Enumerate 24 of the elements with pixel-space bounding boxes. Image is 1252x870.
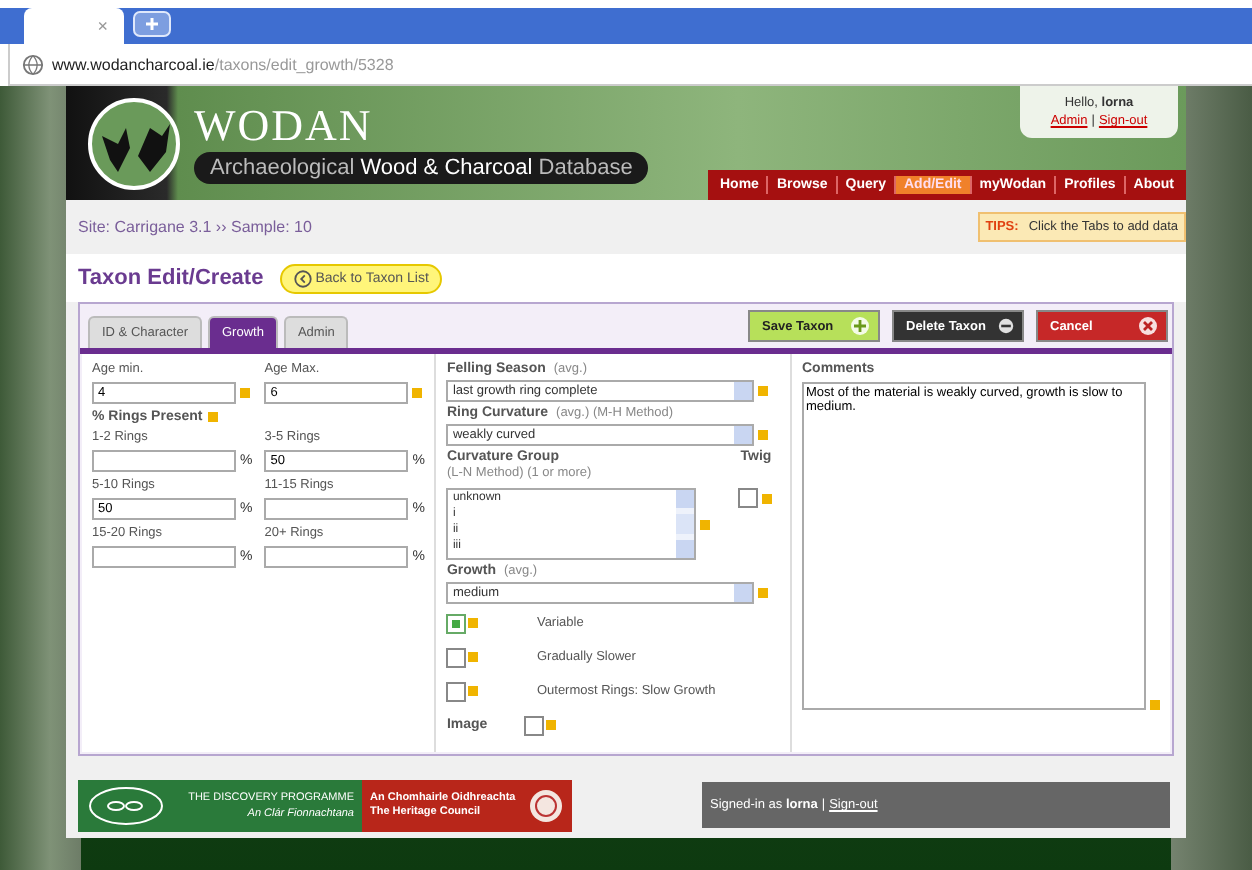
checkbox[interactable] <box>446 613 467 633</box>
checkbox[interactable] <box>446 647 467 667</box>
scrollbar[interactable] <box>676 490 695 558</box>
checkbox[interactable] <box>524 715 545 735</box>
input-field[interactable] <box>92 450 236 472</box>
breadcrumb: Site: Carrigane 3.1 ›› Sample: 10 <box>78 218 312 236</box>
globe-icon <box>22 53 44 75</box>
back-arrow-icon <box>293 269 312 287</box>
input-field[interactable] <box>92 546 236 568</box>
input-field[interactable] <box>264 498 409 520</box>
page-title: Taxon Edit/Create <box>78 266 264 290</box>
birds-logo-icon <box>86 95 182 191</box>
seal-icon <box>527 787 564 823</box>
checkbox[interactable] <box>738 488 759 508</box>
ring-fort-icon <box>86 783 166 827</box>
checkbox[interactable] <box>446 681 467 701</box>
url-text: www.wodancharcoal.ie/taxons/edit_growth/5328 <box>52 55 394 73</box>
input-field[interactable] <box>264 546 409 568</box>
site-logo-title: WODAN <box>194 102 375 150</box>
action-icon <box>850 316 870 336</box>
action-icon <box>997 316 1014 336</box>
action-icon <box>1138 316 1158 336</box>
site-subtitle: Archaeological Wood & Charcoal Database <box>194 152 649 184</box>
new-tab-icon[interactable] <box>132 10 172 38</box>
